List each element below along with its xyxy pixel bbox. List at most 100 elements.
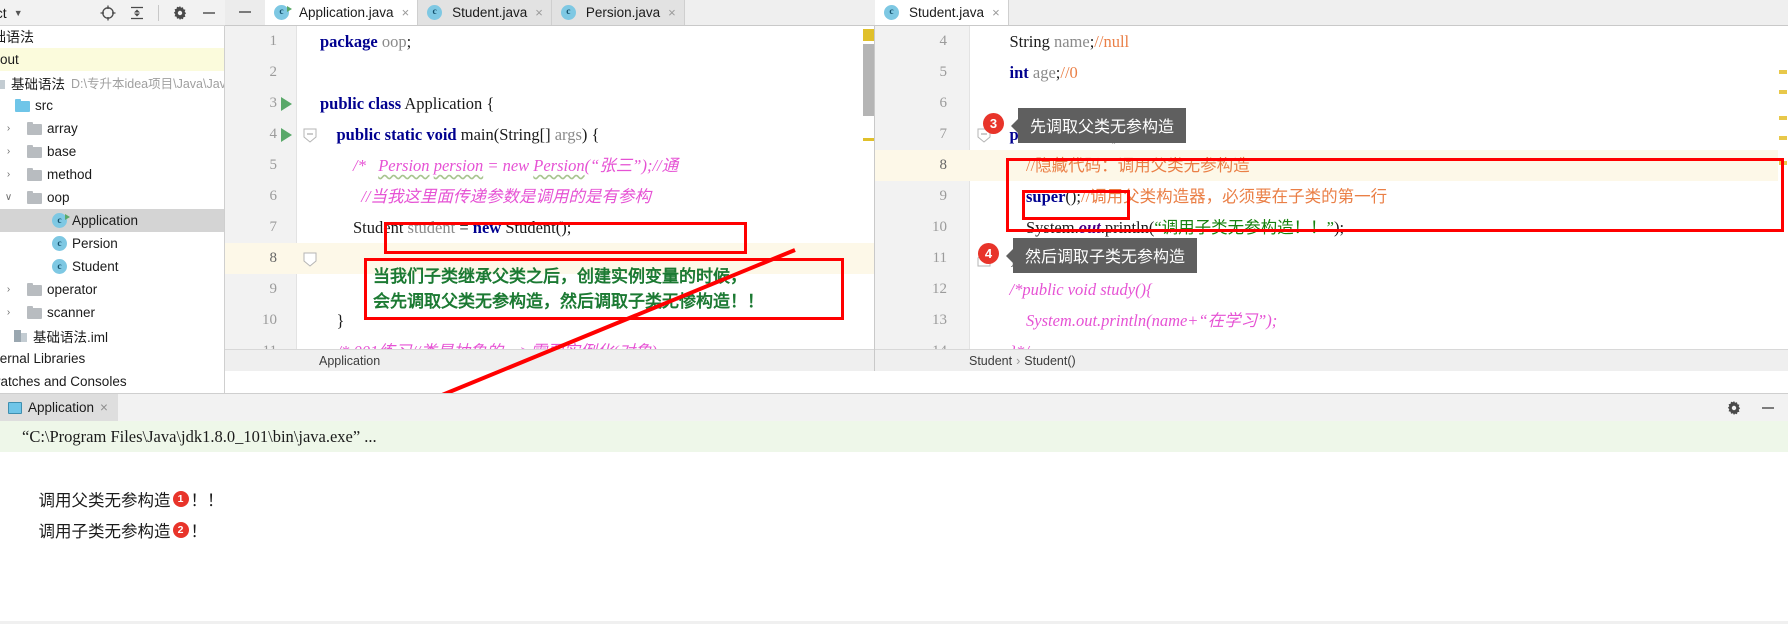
module-icon xyxy=(0,76,6,90)
fold-handle-icon[interactable] xyxy=(303,128,317,143)
code-line[interactable]: 6 //当我这里面传递参数是调用的是有参构 xyxy=(225,181,874,212)
java-class-icon: c xyxy=(560,4,576,20)
tree-item-external-libraries[interactable]: ternal Libraries xyxy=(0,347,224,370)
tab-label: Student.java xyxy=(452,4,528,20)
editor-tabbar-left: c Application.java × c Student.java × c … xyxy=(225,0,875,26)
code-line[interactable]: 3 public class Application { xyxy=(225,88,874,119)
chevron-down-icon[interactable]: ▼ xyxy=(14,8,23,18)
breadcrumb-item[interactable]: Student() xyxy=(1020,354,1079,368)
code-line[interactable]: 1 package oop; xyxy=(225,26,874,57)
folder-icon xyxy=(27,168,42,181)
marker-warning xyxy=(1779,136,1787,140)
code-line[interactable]: 13 System.out.println(name+“在学习”); xyxy=(875,305,1788,336)
tree-item-array[interactable]: › array xyxy=(0,117,224,140)
console-tab-application[interactable]: Application × xyxy=(0,393,118,422)
console-text: 调用子类无参构造 xyxy=(38,521,171,541)
console-line-output: 调用父类无参构造 1！！ xyxy=(0,452,1788,510)
annotation-badge-2: 2 xyxy=(172,522,189,539)
tree-item-base[interactable]: › base xyxy=(0,140,224,163)
tab-student-java[interactable]: c Student.java × xyxy=(418,0,552,25)
console-text: 调用父类无参构造 xyxy=(38,490,171,510)
folder-icon xyxy=(27,122,42,135)
code-line[interactable]: 7 Student student = new Student(); xyxy=(225,212,874,243)
tab-student-java-right[interactable]: c Student.java × xyxy=(875,0,1009,25)
tree-item-application[interactable]: c Application xyxy=(0,209,224,232)
code-line[interactable]: 2 xyxy=(225,57,874,88)
code-editor-right[interactable]: 4 String name;//null 5 int age;//0 6 7 p… xyxy=(875,26,1788,371)
tabbar-empty-space xyxy=(1008,0,1788,25)
annotation-green-line1: 当我们子类继承父类之后，创建实例变量的时候， xyxy=(373,267,747,286)
tabbar-empty-space xyxy=(684,0,875,25)
annotation-greenbox-note: 当我们子类继承父类之后，创建实例变量的时候， 会先调取父类无参构造，然后调取子类… xyxy=(364,258,844,320)
code-line[interactable]: 4 String name;//null xyxy=(875,26,1788,57)
java-class-run-icon: c xyxy=(52,213,67,228)
code-line[interactable]: 5 int age;//0 xyxy=(875,57,1788,88)
tab-persion-java[interactable]: c Persion.java × xyxy=(551,0,685,25)
breadcrumb-item[interactable]: Application xyxy=(315,354,384,368)
console-tabbar: Application × xyxy=(0,393,1788,422)
target-icon[interactable] xyxy=(100,5,116,21)
iml-file-icon xyxy=(14,329,28,343)
folder-icon xyxy=(15,99,30,112)
close-icon[interactable]: × xyxy=(100,400,108,415)
tree-item-operator[interactable]: › operator xyxy=(0,278,224,301)
breadcrumb-left[interactable]: Application xyxy=(225,349,874,371)
annotation-badge-1: 1 xyxy=(172,491,189,508)
editor-marker-bar-right[interactable] xyxy=(1778,26,1788,349)
tree-root-label[interactable]: 础语法 xyxy=(0,26,224,48)
project-panel-header: ect ▼ xyxy=(0,0,225,26)
annotation-green-line2: 会先调取父类无参构造，然后调取子类无惨构造！！ xyxy=(373,292,764,311)
java-class-run-icon: c xyxy=(274,4,289,20)
breadcrumb-item[interactable]: Student xyxy=(965,354,1016,368)
scrollbar-warning-marker[interactable] xyxy=(863,29,874,41)
tree-item-student[interactable]: c Student xyxy=(0,255,224,278)
tree-item-oop[interactable]: ∨ oop xyxy=(0,186,224,209)
code-line[interactable]: 4 public static void main(String[] args)… xyxy=(225,119,874,150)
fold-handle-icon[interactable] xyxy=(303,252,317,267)
tree-item-scratches-consoles[interactable]: ratches and Consoles xyxy=(0,370,224,393)
code-line[interactable]: 12 /*public void study(){ xyxy=(875,274,1788,305)
code-line[interactable]: 9 super();//调用父类构造器，必须要在子类的第一行 xyxy=(875,181,1788,212)
folder-icon xyxy=(27,145,42,158)
chevron-right-icon[interactable]: › xyxy=(2,123,15,134)
project-tree[interactable]: 础语法 out 基础语法 D:\专升本idea项目\Java\Jav src ›… xyxy=(0,26,225,393)
gear-icon[interactable] xyxy=(1726,400,1742,416)
close-icon[interactable]: × xyxy=(992,5,1000,20)
chevron-right-icon[interactable]: › xyxy=(2,146,15,157)
gear-icon[interactable] xyxy=(172,5,188,21)
tree-item-scanner[interactable]: › scanner xyxy=(0,301,224,324)
code-line[interactable]: 5 /* Persion persion = new Persion(“张三”)… xyxy=(225,150,874,181)
minimize-icon[interactable] xyxy=(1760,400,1776,416)
run-gutter-icon[interactable] xyxy=(281,97,292,111)
code-line[interactable]: 6 xyxy=(875,88,1788,119)
tree-item-iml[interactable]: 基础语法.iml xyxy=(0,324,224,347)
close-icon[interactable]: × xyxy=(535,5,543,20)
editor-tabbar-right: c Student.java × xyxy=(875,0,1788,26)
minimize-icon[interactable] xyxy=(201,5,217,21)
tree-item-persion[interactable]: c Persion xyxy=(0,232,224,255)
tree-item-method[interactable]: › method xyxy=(0,163,224,186)
hide-panel-icon[interactable] xyxy=(225,0,265,25)
tab-label: Application.java xyxy=(299,4,394,20)
console-tab-label: Application xyxy=(28,400,95,415)
tree-item-out[interactable]: out xyxy=(0,48,224,71)
code-line-current[interactable]: 8 //隐藏代码：调用父类无参构造 xyxy=(875,150,1788,181)
chevron-right-icon[interactable]: › xyxy=(2,284,15,295)
breadcrumb-right[interactable]: Student › Student() xyxy=(875,349,1788,371)
chevron-down-icon[interactable]: ∨ xyxy=(2,192,15,203)
run-gutter-icon[interactable] xyxy=(281,128,292,142)
tab-application-java[interactable]: c Application.java × xyxy=(265,0,419,25)
tree-item-module[interactable]: 基础语法 D:\专升本idea项目\Java\Jav xyxy=(0,71,224,94)
editor-scrollbar-thumb[interactable] xyxy=(863,44,874,116)
code-line[interactable]: 10 System.out.println(“调用子类无参构造！！”); xyxy=(875,212,1788,243)
tree-item-src[interactable]: src xyxy=(0,94,224,117)
chevron-right-icon[interactable]: › xyxy=(2,169,15,180)
close-icon[interactable]: × xyxy=(668,5,676,20)
close-icon[interactable]: × xyxy=(402,5,410,20)
console-output[interactable]: “C:\Program Files\Java\jdk1.8.0_101\bin\… xyxy=(0,421,1788,624)
chevron-right-icon[interactable]: › xyxy=(2,307,15,318)
folder-icon xyxy=(27,191,42,204)
collapse-all-icon[interactable] xyxy=(129,5,145,21)
project-toolbar-icons xyxy=(100,4,225,21)
toolbar-divider xyxy=(158,4,159,21)
